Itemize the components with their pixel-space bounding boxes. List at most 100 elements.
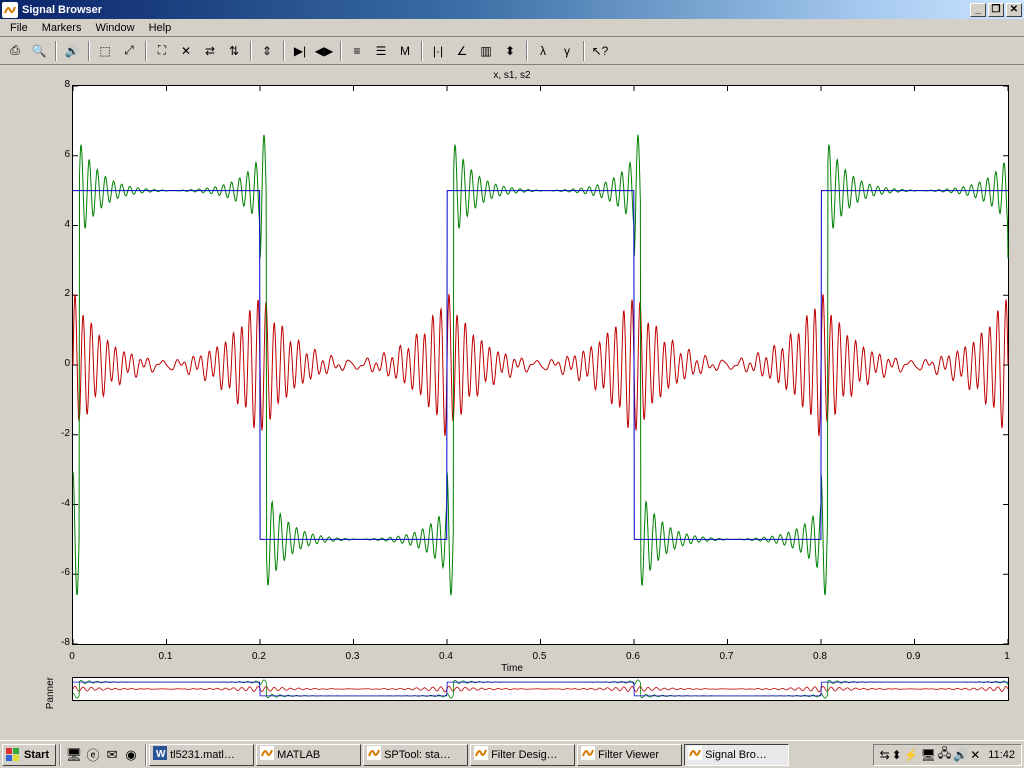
x-tick-label: 0.1 bbox=[159, 651, 173, 662]
taskbar-task-label: Signal Bro… bbox=[705, 749, 767, 761]
toolbar-separator bbox=[283, 41, 284, 61]
tray-icon[interactable]: 🖥 bbox=[921, 748, 936, 762]
select-tool-icon[interactable]: ⬚ bbox=[94, 40, 116, 62]
toolbar-separator bbox=[583, 41, 584, 61]
x-tick-label: 0.8 bbox=[813, 651, 827, 662]
x-tick-label: 0.6 bbox=[626, 651, 640, 662]
menu-help[interactable]: Help bbox=[143, 21, 178, 35]
plot-title: x, s1, s2 bbox=[0, 70, 1024, 81]
taskbar-task-label: tl5231.matl… bbox=[170, 749, 235, 761]
whats-this-icon[interactable]: ↖? bbox=[589, 40, 611, 62]
y-tick-label: -4 bbox=[50, 498, 70, 509]
taskbar-task[interactable]: Filter Desig… bbox=[470, 744, 575, 766]
toolbar: ⎙🔍 🔊 ⬚⤢ ⛶✕⇄⇅ ⇕ ▶|◀▶ ≡☰M |·|∠▥⬍ λγ ↖? bbox=[0, 37, 1024, 65]
quick-launch: 🖥 ⓔ ✉ ◉ bbox=[65, 746, 140, 764]
tool-b-icon[interactable]: γ bbox=[556, 40, 578, 62]
zoom-xy-icon[interactable]: ✕ bbox=[175, 40, 197, 62]
y-tick-label: -2 bbox=[50, 428, 70, 439]
title-bar: Signal Browser _ ❐ ✕ bbox=[0, 0, 1024, 19]
marker-next-icon[interactable]: ▶| bbox=[289, 40, 311, 62]
tray-icon[interactable]: ⚡ bbox=[904, 748, 919, 762]
line-props-icon[interactable]: ≡ bbox=[346, 40, 368, 62]
menu-bar: File Markers Window Help bbox=[0, 19, 1024, 37]
ql-outlook-icon[interactable]: ✉ bbox=[103, 746, 121, 764]
complex-angle-icon[interactable]: ⬍ bbox=[499, 40, 521, 62]
taskbar-task-label: MATLAB bbox=[277, 749, 320, 761]
color-props-icon[interactable]: ☰ bbox=[370, 40, 392, 62]
x-axis-label: Time bbox=[501, 663, 523, 674]
window-title: Signal Browser bbox=[22, 4, 102, 16]
complex-real-icon[interactable]: |·| bbox=[427, 40, 449, 62]
system-tray[interactable]: ⇆ ⬍ ⚡ 🖥 🖧 🔊 ✕ 11:42 bbox=[873, 744, 1022, 766]
tool-a-icon[interactable]: λ bbox=[532, 40, 554, 62]
toolbar-separator bbox=[88, 41, 89, 61]
matlab-icon bbox=[367, 746, 381, 763]
x-tick-label: 0.5 bbox=[533, 651, 547, 662]
tray-icon[interactable]: ⬍ bbox=[892, 748, 902, 762]
zoom-out-y-icon[interactable]: ⇕ bbox=[256, 40, 278, 62]
play-sound-icon[interactable]: 🔊 bbox=[61, 40, 83, 62]
print-icon[interactable]: ⎙ bbox=[4, 40, 26, 62]
x-tick-label: 0.3 bbox=[346, 651, 360, 662]
complex-mag-icon[interactable]: ▥ bbox=[475, 40, 497, 62]
complex-imag-icon[interactable]: ∠ bbox=[451, 40, 473, 62]
tray-volume-icon[interactable]: 🔊 bbox=[953, 748, 968, 762]
y-tick-label: 0 bbox=[50, 358, 70, 369]
matlab-icon bbox=[260, 746, 274, 763]
x-tick-label: 1 bbox=[1004, 651, 1010, 662]
toolbar-separator bbox=[55, 41, 56, 61]
ql-show-desktop-icon[interactable]: 🖥 bbox=[65, 746, 83, 764]
print-preview-icon[interactable]: 🔍 bbox=[28, 40, 50, 62]
toolbar-separator bbox=[526, 41, 527, 61]
zoom-rect-icon[interactable]: ⤢ bbox=[118, 40, 140, 62]
menu-window[interactable]: Window bbox=[89, 21, 140, 35]
zoom-full-icon[interactable]: ⛶ bbox=[151, 40, 173, 62]
y-tick-label: 4 bbox=[50, 219, 70, 230]
taskbar: Start 🖥 ⓔ ✉ ◉ Wtl5231.matl… MATLAB SPTool:… bbox=[0, 740, 1024, 768]
ql-ie-icon[interactable]: ⓔ bbox=[84, 746, 102, 764]
start-button[interactable]: Start bbox=[2, 744, 56, 766]
app-icon bbox=[2, 2, 18, 18]
marker-prev-icon[interactable]: ◀▶ bbox=[313, 40, 335, 62]
word-icon: W bbox=[153, 746, 167, 763]
minimize-button[interactable]: _ bbox=[970, 3, 986, 17]
toolbar-separator bbox=[340, 41, 341, 61]
taskbar-task[interactable]: Wtl5231.matl… bbox=[149, 744, 254, 766]
maximize-button[interactable]: ❐ bbox=[988, 3, 1004, 17]
panner[interactable] bbox=[72, 677, 1009, 701]
matlab-icon bbox=[581, 746, 595, 763]
zoom-x-icon[interactable]: ⇄ bbox=[199, 40, 221, 62]
matlab-icon bbox=[474, 746, 488, 763]
toolbar-separator bbox=[421, 41, 422, 61]
tray-icon[interactable]: ✕ bbox=[970, 748, 980, 762]
y-tick-label: 8 bbox=[50, 79, 70, 90]
tray-icon[interactable]: ⇆ bbox=[880, 748, 890, 762]
close-button[interactable]: ✕ bbox=[1006, 3, 1022, 17]
tray-icon[interactable]: 🖧 bbox=[938, 744, 951, 765]
taskbar-separator bbox=[145, 744, 146, 766]
y-tick-label: 6 bbox=[50, 149, 70, 160]
taskbar-task[interactable]: MATLAB bbox=[256, 744, 361, 766]
figure-area: x, s1, s2 Time -8-6-4-202468 00.10.20.30… bbox=[0, 65, 1024, 703]
menu-markers[interactable]: Markers bbox=[36, 21, 88, 35]
plot-axes[interactable] bbox=[72, 85, 1009, 645]
taskbar-task-label: Filter Desig… bbox=[491, 749, 558, 761]
toolbar-separator bbox=[145, 41, 146, 61]
start-label: Start bbox=[24, 749, 49, 761]
x-tick-label: 0.7 bbox=[720, 651, 734, 662]
y-tick-label: -8 bbox=[50, 637, 70, 648]
marker-toggle-icon[interactable]: M bbox=[394, 40, 416, 62]
x-tick-label: 0 bbox=[69, 651, 75, 662]
zoom-y-icon[interactable]: ⇅ bbox=[223, 40, 245, 62]
matlab-icon bbox=[688, 746, 702, 763]
x-tick-label: 0.9 bbox=[907, 651, 921, 662]
menu-file[interactable]: File bbox=[4, 21, 34, 35]
x-tick-label: 0.2 bbox=[252, 651, 266, 662]
x-tick-label: 0.4 bbox=[439, 651, 453, 662]
svg-text:W: W bbox=[156, 749, 166, 760]
y-tick-label: 2 bbox=[50, 288, 70, 299]
taskbar-task[interactable]: SPTool: sta… bbox=[363, 744, 468, 766]
ql-media-icon[interactable]: ◉ bbox=[122, 746, 140, 764]
taskbar-task[interactable]: Signal Bro… bbox=[684, 744, 789, 766]
taskbar-task[interactable]: Filter Viewer bbox=[577, 744, 682, 766]
